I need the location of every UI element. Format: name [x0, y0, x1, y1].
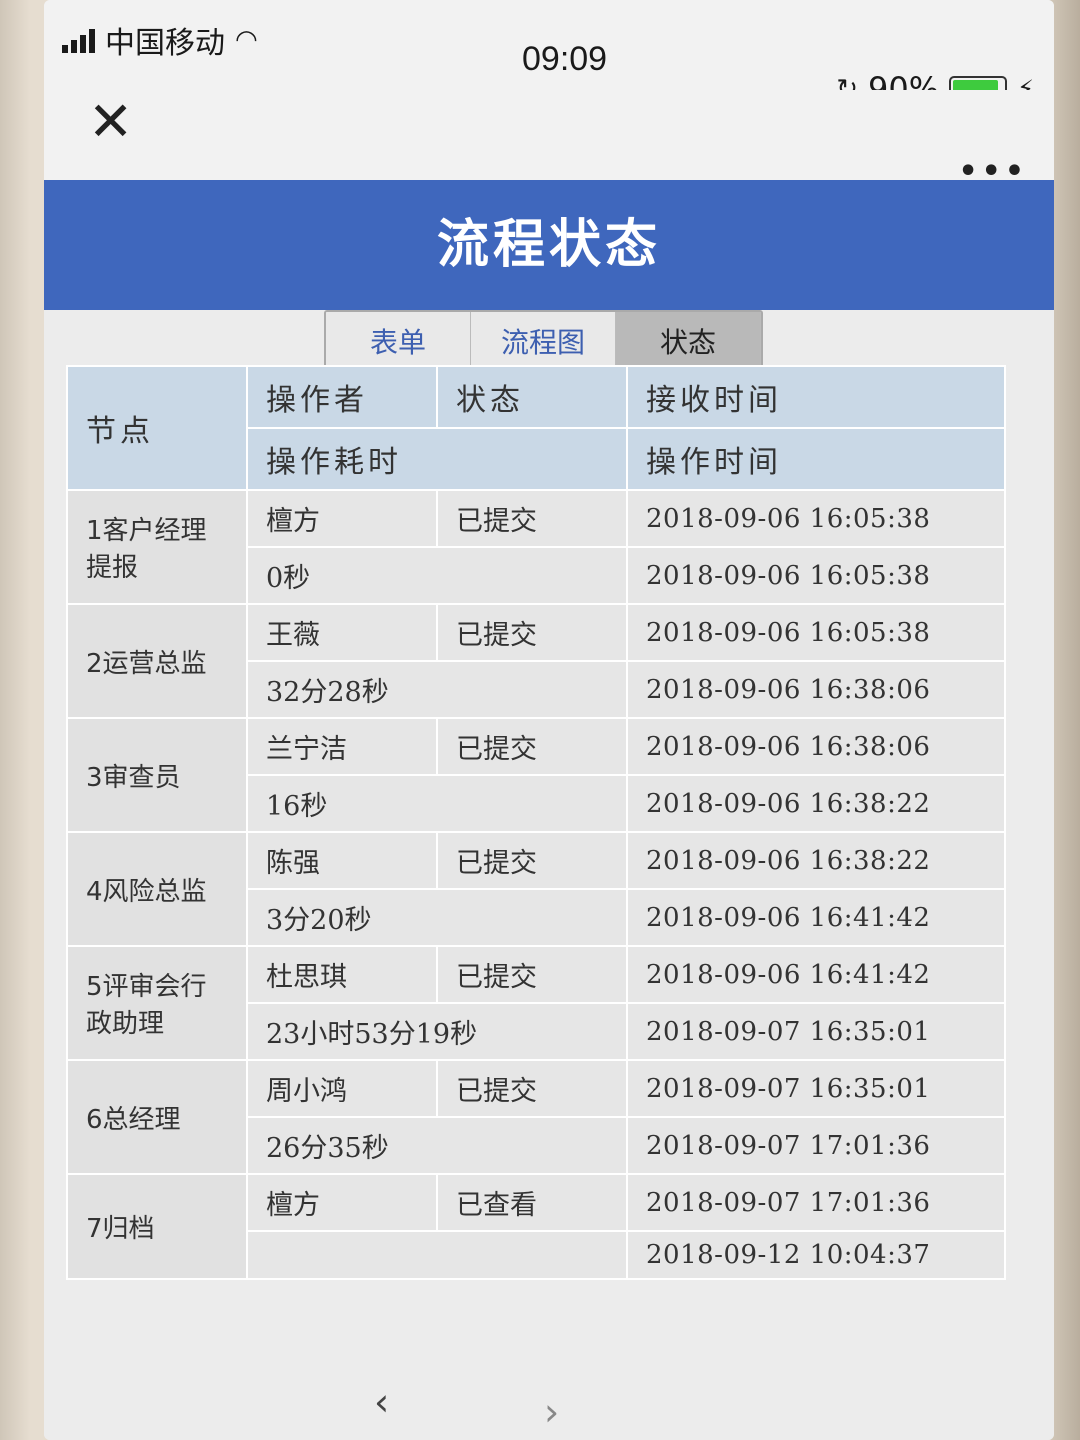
carrier-name: 中国移动: [105, 26, 225, 61]
operator-cell: 杜思琪: [246, 945, 438, 1004]
table-row: 3审查员 兰宁洁 已提交 2018-09-06 16:38:06: [66, 717, 1006, 833]
node-cell: 7归档: [66, 1173, 248, 1280]
wifi-icon: ◠: [235, 25, 258, 55]
operate-time-cell: 2018-09-12 10:04:37: [626, 1230, 1006, 1280]
header-operate-time: 操作时间: [626, 427, 1006, 491]
status-bar: 中国移动 ◠ 09:09 ↻ 90% ⚡: [44, 0, 1054, 108]
phone-screen: 中国移动 ◠ 09:09 ↻ 90% ⚡ ✕ ••• 流程状态 表单 流程图 状…: [44, 0, 1054, 1440]
header-duration: 操作耗时: [246, 427, 628, 491]
table-row: 1客户经理提报 檀方 已提交 2018-09-06 16:05:38: [66, 489, 1006, 605]
operate-time-cell: 2018-09-06 16:05:38: [626, 546, 1006, 605]
operator-cell: 兰宁洁: [246, 717, 438, 776]
receive-time-cell: 2018-09-06 16:05:38: [626, 489, 1006, 548]
receive-time-cell: 2018-09-06 16:38:06: [626, 717, 1006, 776]
operate-time-cell: 2018-09-07 16:35:01: [626, 1002, 1006, 1061]
table-row: 7归档 檀方 已查看 2018-09-07 17:01:36: [66, 1173, 1006, 1280]
node-cell: 5评审会行政助理: [66, 945, 248, 1061]
duration-cell: [246, 1230, 628, 1280]
duration-cell: 0秒: [246, 546, 628, 605]
status-cell: 已提交: [436, 1059, 628, 1118]
table-row: 6总经理 周小鸿 已提交 2018-09-07 16:35:01: [66, 1059, 1006, 1175]
status-cell: 已提交: [436, 831, 628, 890]
receive-time-cell: 2018-09-06 16:38:22: [626, 831, 1006, 890]
node-cell: 1客户经理提报: [66, 489, 248, 605]
status-cell: 已提交: [436, 945, 628, 1004]
table-row: 5评审会行政助理 杜思琪 已提交 2018-09-06 16:41:42: [66, 945, 1006, 1061]
duration-cell: 23小时53分19秒: [246, 1002, 628, 1061]
status-cell: 已提交: [436, 603, 628, 662]
operate-time-cell: 2018-09-06 16:38:06: [626, 660, 1006, 719]
operate-time-cell: 2018-09-07 17:01:36: [626, 1116, 1006, 1175]
carrier-info: 中国移动 ◠: [62, 18, 258, 62]
operator-cell: 檀方: [246, 489, 438, 548]
table-header-row: 节点 操作者 状态 接收时间: [66, 365, 1006, 491]
duration-cell: 3分20秒: [246, 888, 628, 947]
receive-time-cell: 2018-09-07 16:35:01: [626, 1059, 1006, 1118]
phone-frame: 中国移动 ◠ 09:09 ↻ 90% ⚡ ✕ ••• 流程状态 表单 流程图 状…: [0, 0, 1080, 1440]
node-cell: 3审查员: [66, 717, 248, 833]
status-cell: 已提交: [436, 489, 628, 548]
node-cell: 4风险总监: [66, 831, 248, 947]
operator-cell: 檀方: [246, 1173, 438, 1232]
main-content: 表单 流程图 状态 节点 操作者 状态 接收时间 操作耗时 操作时间 1客户经理…: [44, 310, 1054, 1440]
node-cell: 6总经理: [66, 1059, 248, 1175]
duration-cell: 16秒: [246, 774, 628, 833]
node-cell: 2运营总监: [66, 603, 248, 719]
operate-time-cell: 2018-09-06 16:41:42: [626, 888, 1006, 947]
status-cell: 已查看: [436, 1173, 628, 1232]
receive-time-cell: 2018-09-06 16:05:38: [626, 603, 1006, 662]
back-icon[interactable]: ‹: [374, 1380, 389, 1424]
operate-time-cell: 2018-09-06 16:38:22: [626, 774, 1006, 833]
header-status: 状态: [436, 365, 628, 429]
status-table: 节点 操作者 状态 接收时间 操作耗时 操作时间 1客户经理提报 檀方 已提交: [66, 365, 1006, 1280]
operator-cell: 王薇: [246, 603, 438, 662]
forward-icon[interactable]: ›: [544, 1390, 559, 1434]
signal-icon: [62, 27, 95, 53]
operator-cell: 周小鸿: [246, 1059, 438, 1118]
receive-time-cell: 2018-09-07 17:01:36: [626, 1173, 1006, 1232]
header-receive-time: 接收时间: [626, 365, 1006, 429]
header-node: 节点: [66, 365, 248, 491]
table-row: 4风险总监 陈强 已提交 2018-09-06 16:38:22: [66, 831, 1006, 947]
operator-cell: 陈强: [246, 831, 438, 890]
status-cell: 已提交: [436, 717, 628, 776]
browser-nav: ‹ ›: [44, 1370, 1054, 1434]
nav-bar: ✕ •••: [44, 90, 1054, 190]
clock: 09:09: [522, 40, 608, 78]
duration-cell: 26分35秒: [246, 1116, 628, 1175]
receive-time-cell: 2018-09-06 16:41:42: [626, 945, 1006, 1004]
table-row: 2运营总监 王薇 已提交 2018-09-06 16:05:38: [66, 603, 1006, 719]
header-operator: 操作者: [246, 365, 438, 429]
duration-cell: 32分28秒: [246, 660, 628, 719]
page-header: 流程状态: [44, 180, 1054, 310]
page-title: 流程状态: [436, 215, 661, 275]
close-icon[interactable]: ✕: [88, 90, 133, 153]
